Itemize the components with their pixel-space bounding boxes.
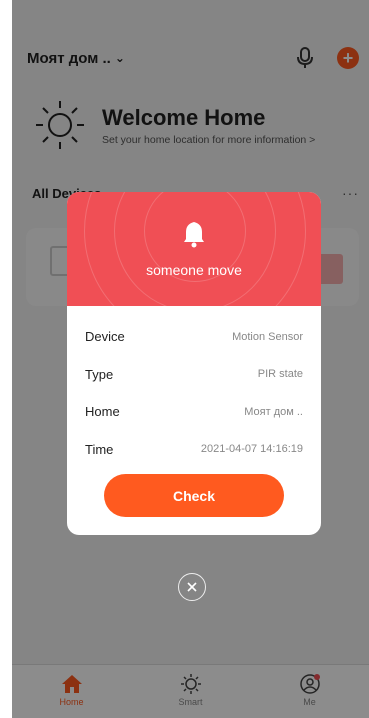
detail-value: Моят дом ..	[244, 405, 303, 418]
detail-label: Type	[85, 366, 114, 382]
detail-value: PIR state	[257, 368, 303, 381]
detail-row: Home Моят дом ..	[85, 393, 303, 431]
alert-modal: someone move Device Motion Sensor Type P…	[67, 192, 321, 535]
detail-label: Home	[85, 404, 120, 420]
detail-row: Time 2021-04-07 14:16:19	[85, 431, 303, 469]
app-screen: Моят дом .. ⌄ + Welcome Home Set your ho…	[12, 0, 369, 718]
alert-details: Device Motion Sensor Type PIR state Home…	[67, 306, 321, 468]
check-button[interactable]: Check	[104, 474, 284, 517]
close-icon	[187, 582, 197, 592]
detail-value: 2021-04-07 14:16:19	[200, 443, 303, 456]
detail-row: Device Motion Sensor	[85, 318, 303, 356]
pulse-ring	[84, 192, 306, 306]
alert-header: someone move	[67, 192, 321, 306]
alert-message: someone move	[146, 262, 242, 278]
detail-value: Motion Sensor	[232, 330, 303, 343]
close-button[interactable]	[178, 573, 206, 601]
detail-label: Time	[85, 441, 114, 457]
detail-label: Device	[85, 329, 125, 345]
detail-row: Type PIR state	[85, 356, 303, 394]
bell-icon	[184, 222, 204, 248]
